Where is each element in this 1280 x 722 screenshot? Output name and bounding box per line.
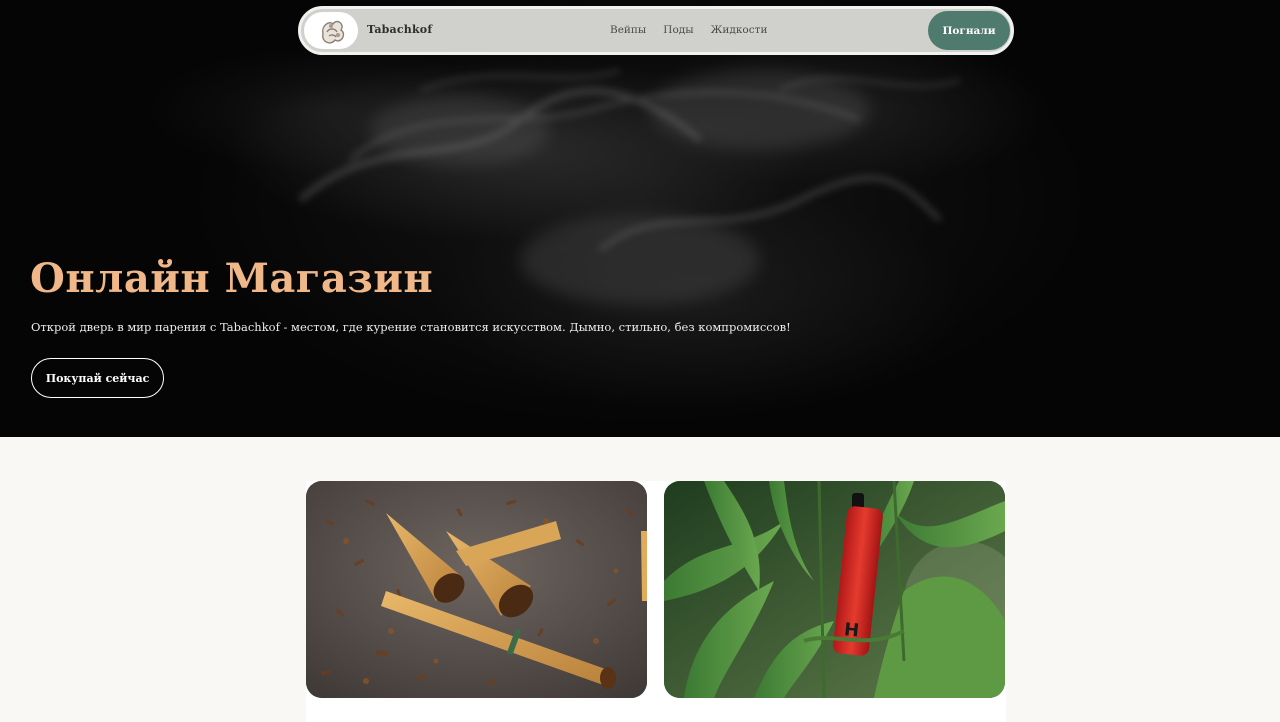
hero-section: Tabachkof Вейпы Поды Жидкости Погнали Он…: [0, 0, 1280, 437]
tobacco-card[interactable]: [306, 481, 647, 698]
shop-now-button[interactable]: Покупай сейчас: [31, 358, 164, 398]
smoke-background: [298, 68, 961, 305]
brand-name[interactable]: Tabachkof: [367, 23, 432, 36]
nav-item-liquids[interactable]: Жидкости: [711, 24, 768, 36]
vape-card[interactable]: H: [664, 481, 1005, 698]
nav-item-pods[interactable]: Поды: [663, 24, 693, 36]
tobacco-leaf-cones-image: [306, 481, 647, 698]
red-vape-in-green-leaves-image: H: [664, 481, 1005, 698]
logo[interactable]: [304, 12, 358, 49]
hero-subtitle: Открой дверь в мир парения с Tabachkof -…: [31, 320, 791, 334]
hero-title: Онлайн Магазин: [30, 255, 434, 302]
nav-links: Вейпы Поды Жидкости: [610, 24, 767, 36]
go-button[interactable]: Погнали: [928, 11, 1010, 50]
nav-item-vapes[interactable]: Вейпы: [610, 24, 646, 36]
top-navbar: Tabachkof Вейпы Поды Жидкости Погнали: [298, 6, 1014, 55]
tabachkof-logo-icon: [321, 20, 345, 44]
product-cards-section: H: [306, 481, 1006, 722]
